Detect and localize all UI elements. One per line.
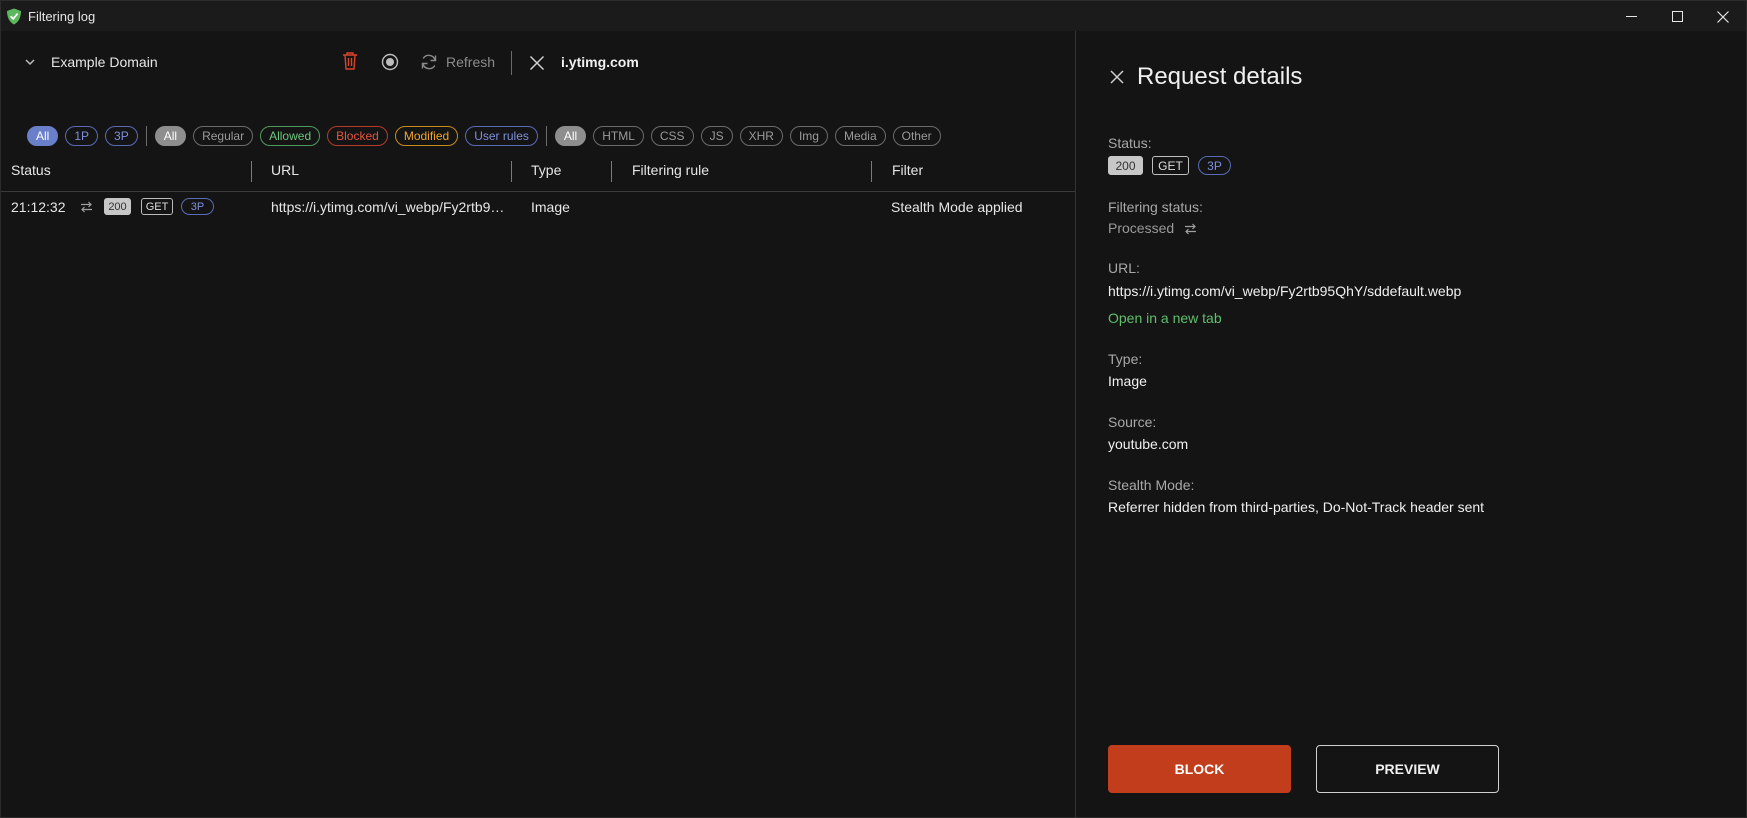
refresh-button[interactable]: Refresh (420, 53, 495, 71)
filter-status-user-rules[interactable]: User rules (465, 126, 538, 146)
url-label: URL: (1108, 260, 1140, 276)
adguard-shield-icon (7, 8, 21, 24)
column-resize-handle[interactable] (611, 161, 612, 182)
title-bar: Filtering log (0, 0, 1747, 31)
close-window-button[interactable] (1700, 1, 1746, 32)
panel-title: Request details (1137, 63, 1303, 90)
open-in-new-tab-link[interactable]: Open in a new tab (1108, 310, 1222, 326)
trash-icon[interactable] (341, 51, 359, 71)
modified-arrows-icon (1185, 223, 1196, 235)
filter-type-all[interactable]: All (554, 126, 587, 146)
column-resize-handle[interactable] (251, 161, 252, 182)
filter-status-modified[interactable]: Modified (394, 126, 459, 146)
row-type: Image (531, 199, 570, 215)
status-code-badge: 200 (104, 198, 131, 215)
source-value: youtube.com (1108, 436, 1189, 452)
column-header-filter[interactable]: Filter (892, 162, 923, 178)
filter-status-regular[interactable]: Regular (193, 126, 254, 146)
filter-type-img[interactable]: Img (789, 126, 828, 146)
type-label: Type: (1108, 351, 1143, 367)
filtering-status-value: Processed (1108, 220, 1175, 236)
filter-chips: All 1P 3P All Regular Allowed Blocked Mo… (27, 126, 948, 146)
close-details-icon[interactable] (1109, 69, 1125, 85)
clear-search-icon[interactable] (529, 55, 545, 71)
row-filter: Stealth Mode applied (891, 199, 1023, 215)
third-party-badge: 3P (181, 198, 214, 215)
close-icon (1717, 10, 1729, 23)
source-label: Source: (1108, 414, 1157, 430)
toolbar-divider (511, 51, 512, 75)
maximize-icon (1671, 11, 1683, 22)
stealth-mode-value: Referrer hidden from third-parties, Do-N… (1108, 499, 1485, 515)
status-code-badge: 200 (1108, 156, 1143, 175)
window-title: Filtering log (28, 8, 96, 24)
url-value: https://i.ytimg.com/vi_webp/Fy2rtb95QhY/… (1108, 283, 1462, 299)
modified-arrows-icon (81, 201, 92, 213)
column-header-filtering-rule[interactable]: Filtering rule (632, 162, 709, 178)
window-controls (1608, 1, 1746, 32)
row-url: https://i.ytimg.com/vi_webp/Fy2rtb9… (271, 199, 505, 215)
filter-type-media[interactable]: Media (834, 126, 886, 146)
column-resize-handle[interactable] (511, 161, 512, 182)
filter-party-all[interactable]: All (27, 126, 59, 146)
request-details-panel: Request details Status: 200 GET 3P Filte… (1075, 31, 1747, 818)
minimize-button[interactable] (1608, 1, 1654, 32)
record-icon[interactable] (381, 53, 399, 71)
filter-type-other[interactable]: Other (892, 126, 941, 146)
tab-domain-selector[interactable]: Example Domain (51, 54, 158, 70)
log-toolbar: Example Domain Refresh i.ytimg.com (1, 31, 1076, 93)
stealth-mode-label: Stealth Mode: (1108, 477, 1195, 493)
table-row[interactable]: 21:12:32 200 GET 3P https://i.ytimg.com/… (1, 193, 1076, 221)
filter-type-xhr[interactable]: XHR (739, 126, 783, 146)
refresh-label: Refresh (446, 54, 496, 70)
column-header-status[interactable]: Status (11, 162, 51, 178)
type-value: Image (1108, 373, 1147, 389)
status-label: Status: (1108, 135, 1152, 151)
table-header: Status URL Type Filtering rule Filter (1, 159, 1076, 192)
maximize-button[interactable] (1654, 1, 1700, 32)
filtering-log-pane: Example Domain Refresh i.ytimg.com All 1… (0, 31, 1076, 818)
filter-status-allowed[interactable]: Allowed (260, 126, 321, 146)
third-party-badge: 3P (1198, 156, 1231, 175)
preview-button[interactable]: PREVIEW (1316, 745, 1499, 793)
filter-party-3p[interactable]: 3P (105, 126, 138, 146)
row-time: 21:12:32 (11, 199, 66, 215)
method-badge: GET (1152, 156, 1189, 175)
filter-party-1p[interactable]: 1P (65, 126, 99, 146)
minimize-icon (1625, 16, 1637, 17)
block-button[interactable]: BLOCK (1108, 745, 1291, 793)
filter-type-html[interactable]: HTML (593, 126, 644, 146)
column-header-url[interactable]: URL (271, 162, 299, 178)
filter-type-js[interactable]: JS (700, 126, 733, 146)
filter-type-css[interactable]: CSS (650, 126, 694, 146)
filter-status-all[interactable]: All (154, 126, 187, 146)
filter-divider (545, 126, 547, 146)
method-badge: GET (141, 198, 173, 215)
column-resize-handle[interactable] (871, 161, 872, 182)
filtering-status-label: Filtering status: (1108, 199, 1203, 215)
chevron-down-icon[interactable] (23, 55, 37, 69)
refresh-icon (421, 54, 437, 70)
search-input[interactable]: i.ytimg.com (561, 54, 639, 70)
column-header-type[interactable]: Type (531, 162, 561, 178)
filter-divider (145, 126, 147, 146)
filter-status-blocked[interactable]: Blocked (327, 126, 388, 146)
